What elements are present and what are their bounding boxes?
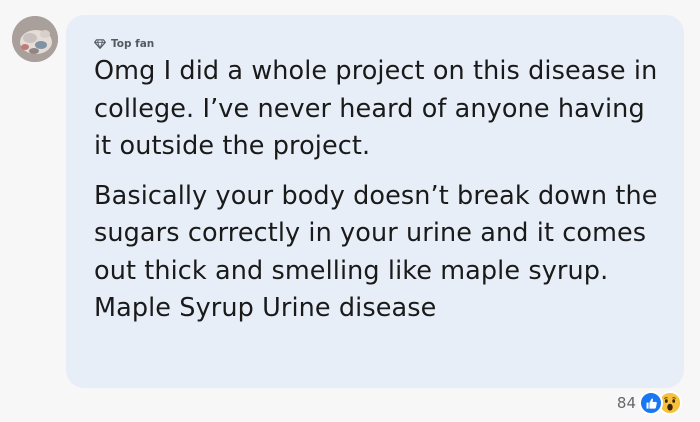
comment-paragraph: Omg I did a whole project on this diseas… xyxy=(94,56,658,161)
diamond-icon xyxy=(94,39,106,49)
avatar[interactable] xyxy=(12,16,58,62)
comment-thread: Top fan Omg I did a whole project on thi… xyxy=(0,0,700,422)
comment-paragraph: Basically your body doesn’t break down t… xyxy=(94,180,658,324)
reactions-summary[interactable]: 84 xyxy=(617,390,682,416)
avatar-photo xyxy=(12,16,58,62)
comment-bubble: Top fan Omg I did a whole project on thi… xyxy=(66,15,684,388)
reaction-count: 84 xyxy=(616,394,636,412)
top-fan-badge: Top fan xyxy=(94,37,660,51)
badge-label: Top fan xyxy=(111,38,155,50)
like-icon xyxy=(639,391,663,415)
